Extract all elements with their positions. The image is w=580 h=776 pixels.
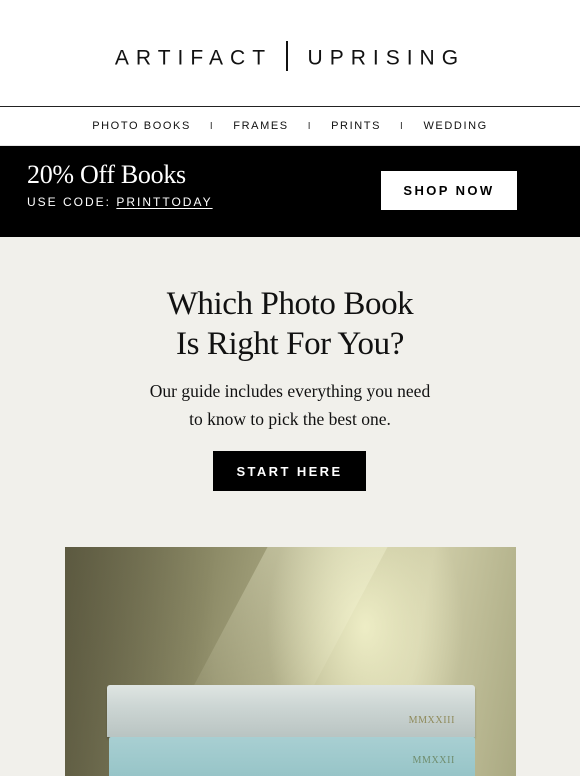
category-nav: PHOTO BOOKS I FRAMES I PRINTS I WEDDING bbox=[0, 107, 580, 146]
book-top-spine-label: MMXXIII bbox=[408, 715, 455, 726]
photo-books-image[interactable]: MMXXIII MMXXII bbox=[65, 547, 516, 776]
start-here-button[interactable]: START HERE bbox=[213, 451, 366, 491]
nav-separator: I bbox=[400, 120, 405, 132]
shop-now-button[interactable]: SHOP NOW bbox=[381, 171, 517, 210]
nav-separator: I bbox=[307, 120, 313, 132]
hero-body-line1: Our guide includes everything you need bbox=[149, 381, 431, 401]
brand-logo[interactable]: ARTIFACT UPRISING bbox=[0, 41, 580, 74]
hero-heading-line2: Is Right For You? bbox=[176, 326, 404, 362]
promo-banner: 20% Off Books USE CODE: PRINTTODAY SHOP … bbox=[0, 146, 580, 237]
nav-item-photo-books[interactable]: PHOTO BOOKS bbox=[92, 120, 191, 132]
promo-code-label: USE CODE: bbox=[27, 195, 112, 209]
hero-body: Our guide includes everything you need t… bbox=[0, 377, 580, 433]
logo-divider bbox=[286, 41, 288, 71]
photo-book-top: MMXXIII bbox=[107, 685, 475, 737]
nav-item-wedding[interactable]: WEDDING bbox=[423, 120, 487, 132]
logo-word-right: UPRISING bbox=[307, 46, 466, 70]
hero-heading: Which Photo Book Is Right For You? bbox=[0, 284, 580, 364]
promo-code-link[interactable]: PRINTTODAY bbox=[116, 195, 212, 209]
nav-separator: I bbox=[209, 120, 215, 132]
nav-item-prints[interactable]: PRINTS bbox=[331, 120, 381, 132]
hero-section: Which Photo Book Is Right For You? Our g… bbox=[0, 237, 580, 776]
nav-item-frames[interactable]: FRAMES bbox=[233, 120, 288, 132]
logo-word-left: ARTIFACT bbox=[114, 46, 273, 70]
book-bottom-spine-label: MMXXII bbox=[412, 755, 455, 766]
hero-body-line2: to know to pick the best one. bbox=[189, 409, 391, 429]
photo-book-bottom: MMXXII bbox=[109, 737, 475, 776]
email-header: ARTIFACT UPRISING bbox=[0, 0, 580, 107]
promo-code-line: USE CODE: PRINTTODAY bbox=[27, 195, 213, 209]
hero-heading-line1: Which Photo Book bbox=[166, 286, 414, 322]
promo-title: 20% Off Books bbox=[27, 160, 186, 189]
